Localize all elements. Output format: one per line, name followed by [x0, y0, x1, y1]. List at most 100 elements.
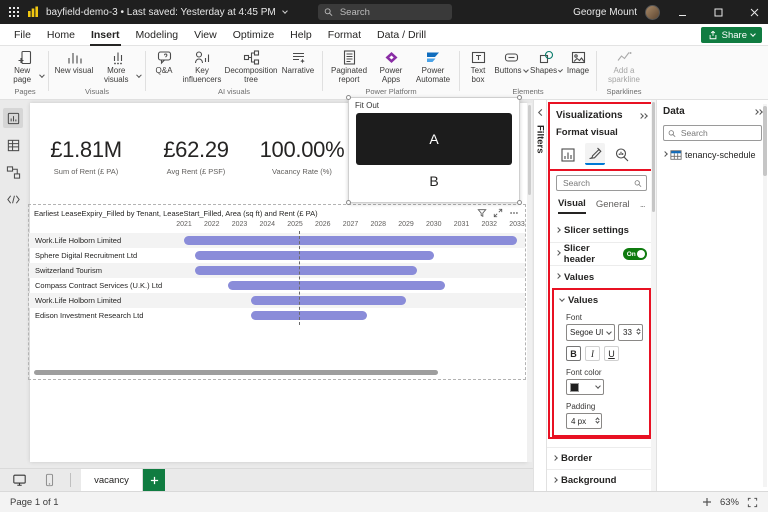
focus-mode-icon[interactable] [493, 208, 503, 218]
paginated-report-button[interactable]: Paginated report [326, 48, 372, 86]
format-tab-visual[interactable]: Visual [558, 198, 586, 214]
gantt-row[interactable]: Switzerland Tourism [29, 263, 525, 278]
gantt-row[interactable]: Work.Life Holborn Limited [29, 233, 525, 248]
gantt-visual[interactable]: Earliest LeaseExpiry_Filled by Tenant, L… [28, 204, 526, 380]
format-search-input[interactable] [561, 177, 631, 189]
canvas-vertical-scrollbar[interactable] [527, 103, 532, 462]
tab-data-drill[interactable]: Data / Drill [369, 26, 434, 44]
analytics-tab[interactable] [612, 145, 632, 165]
new-visual-button[interactable]: New visual [52, 48, 96, 77]
field-table-tenancy-schedule[interactable]: tenancy-schedule [657, 141, 768, 161]
values-section-header[interactable]: Values [554, 290, 649, 310]
fit-to-page-icon[interactable] [747, 497, 758, 508]
tab-modeling[interactable]: Modeling [128, 26, 187, 44]
qna-button[interactable]: Q&A [149, 48, 179, 77]
more-visuals-button[interactable]: More visuals [96, 48, 142, 86]
slicer-header-toggle[interactable]: On [623, 248, 647, 260]
model-view-button[interactable] [3, 162, 23, 182]
tab-view[interactable]: View [186, 26, 225, 44]
filter-funnel-icon[interactable] [477, 208, 487, 218]
maximize-button[interactable] [704, 0, 732, 24]
selection-handle[interactable] [517, 200, 522, 205]
narrative-button[interactable]: Narrative [277, 48, 319, 77]
build-visual-tab[interactable] [558, 145, 578, 165]
global-search-input[interactable] [338, 6, 446, 19]
gantt-row[interactable]: Edison Investment Research Ltd [29, 308, 525, 323]
font-family-dropdown[interactable]: Segoe UI [566, 324, 615, 341]
report-view-button[interactable] [3, 108, 23, 128]
kpi-card-avg-rent[interactable]: £62.29 Avg Rent (£ PSF) [138, 137, 254, 176]
kpi-card-vacancy-rate[interactable]: 100.00% Vacancy Rate (%) [244, 137, 360, 176]
font-color-dropdown[interactable] [566, 379, 604, 395]
slicer-item[interactable]: B [349, 165, 519, 197]
slicer-item[interactable]: A [356, 113, 512, 165]
title-chevron-down-icon[interactable] [282, 8, 288, 14]
section-slicer-settings[interactable]: Slicer settings [550, 219, 653, 242]
more-tabs-icon[interactable] [640, 201, 645, 212]
close-button[interactable] [740, 0, 768, 24]
section-slicer-header[interactable]: Slicer header On [550, 242, 653, 265]
dax-query-view-button[interactable] [3, 189, 23, 209]
power-automate-button[interactable]: Power Automate [410, 48, 456, 86]
format-visual-tab[interactable] [585, 143, 605, 165]
section-background[interactable]: Background [547, 469, 656, 491]
mobile-layout-button[interactable] [38, 471, 60, 489]
new-page-tab-button[interactable] [143, 469, 165, 492]
image-button[interactable]: Image [563, 48, 593, 77]
selection-handle[interactable] [517, 95, 522, 100]
new-page-button[interactable]: New page [5, 48, 45, 86]
font-size-spinner[interactable]: 33 [618, 324, 643, 341]
tab-format[interactable]: Format [320, 26, 369, 44]
gantt-row[interactable]: Work.Life Holborn Limited [29, 293, 525, 308]
selection-handle[interactable] [346, 200, 351, 205]
minimize-button[interactable] [668, 0, 696, 24]
gantt-row[interactable]: Compass Contract Services (U.K.) Ltd [29, 278, 525, 293]
tab-file[interactable]: File [6, 26, 39, 44]
data-search-input[interactable] [679, 127, 757, 139]
slicer-visual-fit-out[interactable]: Fit Out A B [348, 97, 520, 203]
decomposition-tree-button[interactable]: Decomposition tree [225, 48, 277, 86]
tab-optimize[interactable]: Optimize [225, 26, 282, 44]
spin-down-icon[interactable] [636, 330, 640, 334]
selection-handle[interactable] [346, 95, 351, 100]
share-button[interactable]: Share [701, 27, 762, 43]
data-pane-scrollbar[interactable] [763, 104, 767, 487]
gantt-row[interactable]: Sphere Digital Recruitment Ltd [29, 248, 525, 263]
gantt-horizontal-scrollbar[interactable] [34, 370, 438, 375]
tab-insert[interactable]: Insert [83, 26, 128, 44]
filters-pane-collapsed[interactable]: Filters [533, 100, 547, 491]
expand-pane-icon[interactable] [536, 108, 545, 117]
global-search[interactable] [318, 4, 452, 20]
gantt-bar[interactable] [251, 296, 406, 305]
tab-home[interactable]: Home [39, 26, 83, 44]
zoom-in-icon[interactable] [702, 497, 712, 507]
underline-button[interactable]: U [604, 346, 619, 361]
format-search-box[interactable] [556, 175, 647, 191]
gantt-bar[interactable] [195, 266, 417, 275]
section-values-collapsed[interactable]: Values [550, 265, 653, 288]
tab-help[interactable]: Help [282, 26, 320, 44]
italic-button[interactable]: I [585, 346, 600, 361]
desktop-layout-button[interactable] [8, 471, 30, 489]
collapse-pane-icon[interactable] [639, 110, 647, 121]
gantt-bar[interactable] [195, 251, 434, 260]
table-view-button[interactable] [3, 135, 23, 155]
section-border[interactable]: Border [547, 447, 656, 469]
key-influencers-button[interactable]: Key influencers [179, 48, 225, 86]
user-avatar[interactable] [645, 5, 660, 20]
text-box-button[interactable]: Text box [463, 48, 493, 86]
kpi-card-sum-rent[interactable]: £1.81M Sum of Rent (£ PA) [28, 137, 144, 176]
gantt-bar[interactable] [184, 236, 517, 245]
more-options-icon[interactable] [509, 208, 519, 218]
format-tab-general[interactable]: General [596, 199, 630, 213]
power-apps-button[interactable]: Power Apps [372, 48, 410, 86]
page-tab-vacancy[interactable]: vacancy [81, 469, 143, 492]
data-search-box[interactable] [663, 125, 762, 141]
shapes-button[interactable]: Shapes [529, 48, 563, 77]
padding-spinner[interactable]: 4 px [566, 413, 602, 429]
gantt-bar[interactable] [228, 281, 444, 290]
bold-button[interactable]: B [566, 346, 581, 361]
waffle-menu-icon[interactable] [8, 6, 20, 18]
buttons-button[interactable]: Buttons [493, 48, 529, 77]
collapse-pane-icon[interactable] [754, 106, 762, 117]
